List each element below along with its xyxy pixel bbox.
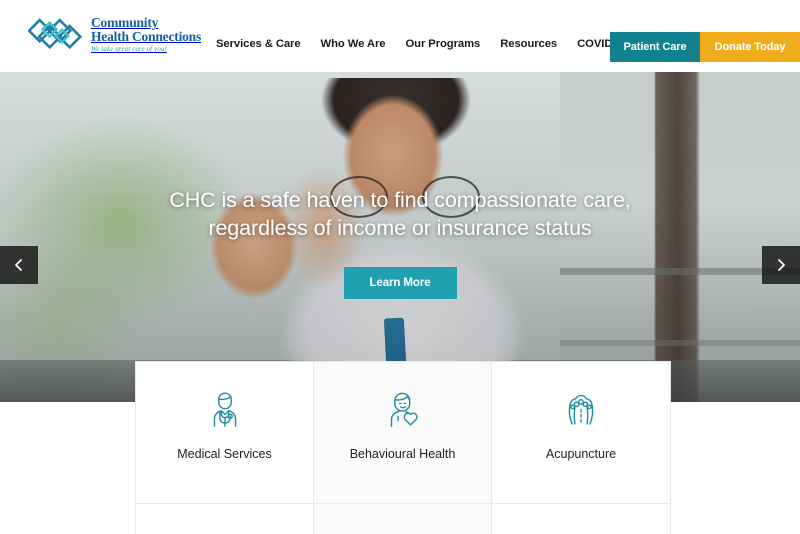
carousel-next-button[interactable] <box>762 246 800 284</box>
header-cta-group: Patient Care Donate Today <box>610 32 800 62</box>
nav-item-who-we-are[interactable]: Who We Are <box>321 38 386 50</box>
hero-carousel: CHC is a safe haven to find compassionat… <box>0 72 800 402</box>
service-card-behavioural-health[interactable]: Behavioural Health <box>314 362 492 504</box>
main-navigation: Services & Care Who We Are Our Programs … <box>216 38 675 50</box>
nav-item-resources[interactable]: Resources <box>500 38 557 50</box>
service-card-acupuncture[interactable]: Acupuncture <box>492 362 670 504</box>
donate-today-button[interactable]: Donate Today <box>700 32 800 62</box>
site-header: Community Health Connections We take gre… <box>0 0 800 72</box>
nav-item-services-care[interactable]: Services & Care <box>216 38 301 50</box>
service-card-medical-services[interactable]: Medical Services <box>136 362 314 504</box>
carousel-prev-button[interactable] <box>0 246 38 284</box>
service-card-row2-item2[interactable] <box>314 504 492 534</box>
person-heart-icon <box>376 382 430 436</box>
service-card-label: Behavioural Health <box>349 447 456 461</box>
logo-text: Community Health Connections We take gre… <box>91 16 201 53</box>
nav-item-our-programs[interactable]: Our Programs <box>405 38 480 50</box>
hero-content: CHC is a safe haven to find compassionat… <box>0 72 800 402</box>
service-cards-grid: Medical Services Behavioural Health Acup… <box>136 362 670 534</box>
logo-line-2: Health Connections <box>91 29 202 45</box>
service-card-row2-item1[interactable] <box>136 504 314 534</box>
site-logo[interactable]: Community Health Connections We take gre… <box>27 16 201 54</box>
chevron-left-icon <box>15 259 22 271</box>
patient-care-button[interactable]: Patient Care <box>610 32 700 62</box>
acupuncture-icon <box>554 382 608 436</box>
service-card-label: Acupuncture <box>545 447 617 461</box>
doctor-icon <box>198 382 252 436</box>
service-card-row2-item3[interactable] <box>492 504 670 534</box>
chevron-right-icon <box>778 259 785 271</box>
logo-tagline: We take great care of you! <box>91 45 167 54</box>
hero-learn-more-button[interactable]: Learn More <box>343 266 457 299</box>
page-root: Locations Careers News Events <box>0 0 800 534</box>
logo-diamonds-icon <box>27 16 84 54</box>
logo-line-1: Community <box>91 15 159 31</box>
service-card-label: Medical Services <box>177 447 272 461</box>
hero-headline: CHC is a safe haven to find compassionat… <box>169 188 631 240</box>
